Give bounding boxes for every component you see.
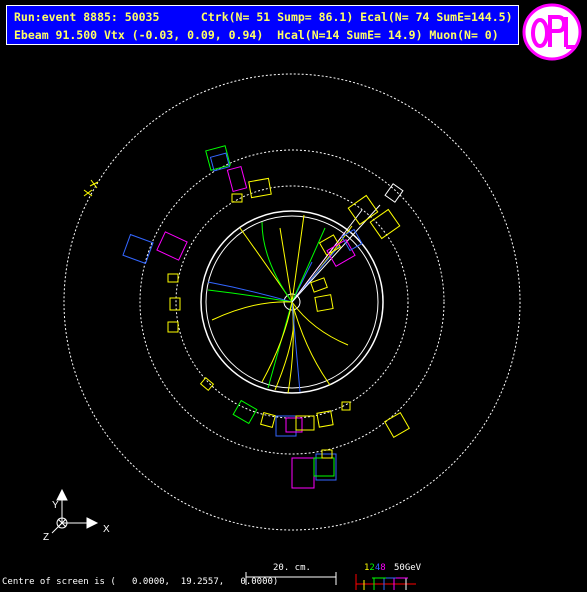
ecal-cell [199,377,215,391]
ecal-cell [226,165,248,193]
hcal-cell [313,457,335,477]
track [279,227,293,303]
track [274,301,295,391]
ecal-cell [122,233,154,265]
track [261,301,293,383]
ecal-cell [205,145,231,171]
track [207,289,293,303]
ecal-cell [167,321,179,333]
energy-50: 50 [394,563,405,573]
axis-z-label: Z [43,532,49,543]
ecal-cell [260,412,276,428]
energy-scale-label: 1248 [364,563,386,573]
ecal-cell [314,294,334,312]
energy-unit: 50GeV [394,563,421,573]
calo-hits [122,145,410,489]
ecal-cell [167,273,179,283]
track [261,221,293,303]
axis-x-label: X [103,524,110,535]
hcal-cell [248,177,272,199]
tracks [207,214,353,394]
header-line-1: Run:event 8885: 50035 Ctrk(N= 51 Sump= 8… [14,10,513,24]
centre-of-screen: Centre of screen is ( 0.0000, 19.2557, 0… [2,577,279,587]
event-display: Y X Z [43,73,521,590]
axis-y-label: Y [52,500,59,511]
ecal-cell [232,399,258,425]
ecal-cell [326,239,356,267]
ecal-cell [310,277,328,293]
ecal-cell [169,297,181,311]
track [291,301,349,346]
ecal-cell [156,231,188,261]
event-header: Run:event 8885: 50035 Ctrk(N= 51 Sump= 8… [6,5,519,45]
opal-logo [522,3,582,61]
hcal-cell [291,457,315,489]
track [211,301,293,321]
energy-unit-label: GeV [404,563,422,573]
hcal-cell [384,412,410,438]
energy-key [355,574,416,590]
energy-8: 8 [380,563,386,573]
axis-indicator [51,488,99,534]
scale-label: 20. cm. [273,563,311,573]
header-line-2: Ebeam 91.500 Vtx (-0.03, 0.09, 0.94) Hca… [14,28,499,42]
track [291,301,331,386]
